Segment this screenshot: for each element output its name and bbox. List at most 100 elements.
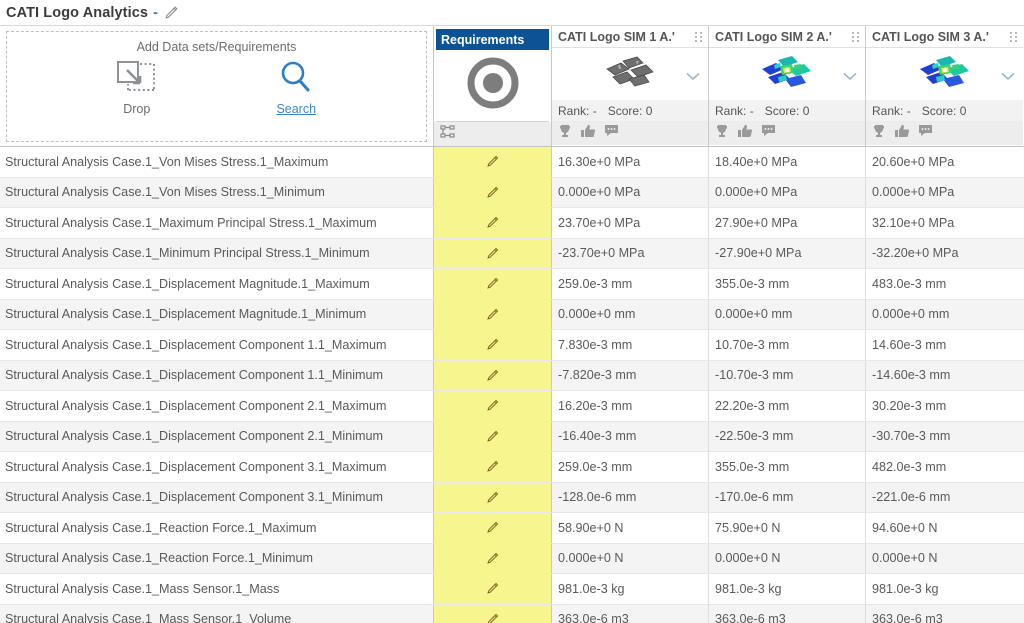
value-cell-sim-2: 0.000e+0 N — [709, 543, 866, 573]
pencil-icon[interactable] — [163, 5, 179, 21]
pencil-icon[interactable] — [485, 276, 500, 291]
requirement-cell[interactable] — [434, 604, 552, 623]
requirement-cell[interactable] — [434, 513, 552, 543]
value-cell-sim-3: 981.0e-3 kg — [872, 581, 939, 596]
pencil-icon[interactable] — [485, 154, 500, 169]
pencil-icon[interactable] — [485, 612, 500, 623]
drag-grip-icon[interactable] — [852, 31, 861, 43]
pencil-icon[interactable] — [485, 459, 500, 474]
row-parameter-name: Structural Analysis Case.1_Minimum Princ… — [0, 238, 434, 268]
chevron-down-icon[interactable] — [843, 68, 857, 81]
requirement-cell[interactable] — [434, 299, 552, 329]
sim-column-2-header[interactable]: CATI Logo SIM 2 A.' — [709, 26, 865, 48]
requirement-cell[interactable] — [434, 269, 552, 299]
table-row[interactable]: Structural Analysis Case.1_Mass Sensor.1… — [0, 574, 1024, 605]
pencil-icon[interactable] — [485, 520, 500, 535]
sim-column-3-rank-label: Rank: — [872, 103, 904, 118]
requirement-cell[interactable] — [434, 208, 552, 238]
thumbs-up-icon[interactable] — [581, 124, 596, 143]
search-action[interactable]: Search — [241, 60, 351, 116]
pencil-icon[interactable] — [485, 215, 500, 230]
table-row[interactable]: Structural Analysis Case.1_Displacement … — [0, 360, 1024, 391]
cad-model-gray-thumbnail[interactable] — [599, 53, 661, 95]
value-cell-sim-2: 363.0e-6 m3 — [709, 604, 866, 623]
trophy-icon[interactable] — [872, 124, 886, 143]
requirement-cell[interactable] — [434, 147, 552, 177]
value-cell-sim-1: 981.0e-3 kg — [552, 574, 709, 604]
pencil-icon[interactable] — [485, 307, 500, 322]
requirement-cell[interactable] — [434, 574, 552, 604]
requirement-cell[interactable] — [434, 391, 552, 421]
table-row[interactable]: Structural Analysis Case.1_Displacement … — [0, 330, 1024, 361]
table-row[interactable]: Structural Analysis Case.1_Reaction Forc… — [0, 513, 1024, 544]
search-icon[interactable] — [276, 60, 316, 99]
chevron-down-icon[interactable] — [686, 68, 700, 81]
pencil-icon[interactable] — [485, 429, 500, 444]
requirement-cell[interactable] — [434, 177, 552, 207]
table-row[interactable]: Structural Analysis Case.1_Displacement … — [0, 299, 1024, 330]
table-row[interactable]: Structural Analysis Case.1_Displacement … — [0, 269, 1024, 300]
value-cell-sim-2: -27.90e+0 MPa — [709, 238, 866, 268]
sim-column-2: CATI Logo SIM 2 A.' Rank: - Score: 0 — [709, 26, 866, 146]
table-row[interactable]: Structural Analysis Case.1_Displacement … — [0, 452, 1024, 483]
trophy-icon[interactable] — [715, 124, 729, 143]
relations-tree-icon[interactable] — [440, 124, 456, 144]
table-row[interactable]: Structural Analysis Case.1_Displacement … — [0, 391, 1024, 422]
fea-result-color-thumbnail[interactable] — [756, 53, 818, 95]
pencil-icon[interactable] — [485, 246, 500, 261]
requirement-cell[interactable] — [434, 543, 552, 573]
requirement-cell[interactable] — [434, 238, 552, 268]
comment-icon[interactable] — [918, 124, 933, 142]
sim-column-3-header[interactable]: CATI Logo SIM 3 A.' — [866, 26, 1023, 48]
pencil-icon[interactable] — [485, 398, 500, 413]
drag-grip-icon[interactable] — [695, 31, 704, 43]
requirement-cell[interactable] — [434, 330, 552, 360]
table-row[interactable]: Structural Analysis Case.1_Von Mises Str… — [0, 147, 1024, 178]
add-data-dropzone[interactable]: Add Data sets/Requirements Drop Search — [0, 26, 434, 146]
search-label[interactable]: Search — [276, 102, 316, 116]
requirement-cell[interactable] — [434, 421, 552, 451]
value-cell-sim-3: 14.60e-3 mm — [872, 337, 947, 352]
value-cell-sim-2: 27.90e+0 MPa — [709, 208, 866, 238]
drop-action[interactable]: Drop — [82, 60, 192, 116]
table-row[interactable]: Structural Analysis Case.1_Mass Sensor.1… — [0, 604, 1024, 623]
value-cell-sim-2: 981.0e-3 kg — [709, 574, 866, 604]
value-cell-sim-3: -30.70e-3 mm — [872, 429, 951, 444]
drag-grip-icon[interactable] — [1010, 31, 1019, 43]
pencil-icon[interactable] — [485, 368, 500, 383]
table-row[interactable]: Structural Analysis Case.1_Von Mises Str… — [0, 177, 1024, 208]
thumbs-up-icon[interactable] — [738, 124, 753, 143]
fea-result-color-thumbnail[interactable] — [914, 53, 976, 95]
row-parameter-name: Structural Analysis Case.1_Reaction Forc… — [0, 543, 434, 573]
pencil-icon[interactable] — [485, 581, 500, 596]
grid-body[interactable]: Structural Analysis Case.1_Von Mises Str… — [0, 146, 1024, 623]
pencil-icon[interactable] — [485, 551, 500, 566]
table-row[interactable]: Structural Analysis Case.1_Displacement … — [0, 482, 1024, 513]
value-cell-sim-1: 259.0e-3 mm — [552, 269, 709, 299]
pencil-icon[interactable] — [485, 337, 500, 352]
sim-column-1-header[interactable]: CATI Logo SIM 1 A.' — [552, 26, 708, 48]
table-row[interactable]: Structural Analysis Case.1_Maximum Princ… — [0, 208, 1024, 239]
table-row[interactable]: Structural Analysis Case.1_Minimum Princ… — [0, 238, 1024, 269]
row-parameter-name: Structural Analysis Case.1_Mass Sensor.1… — [0, 604, 434, 623]
table-row[interactable]: Structural Analysis Case.1_Reaction Forc… — [0, 543, 1024, 574]
comment-icon[interactable] — [761, 124, 776, 142]
table-row[interactable]: Structural Analysis Case.1_Displacement … — [0, 421, 1024, 452]
value-cell-sim-1: 363.0e-6 m3 — [552, 604, 709, 623]
comment-icon[interactable] — [604, 124, 619, 142]
trophy-icon[interactable] — [558, 124, 572, 143]
value-cell-sim-2: 22.20e-3 mm — [709, 391, 866, 421]
pencil-icon[interactable] — [485, 490, 500, 505]
requirement-cell[interactable] — [434, 360, 552, 390]
pencil-icon[interactable] — [485, 185, 500, 200]
chevron-down-icon[interactable] — [1001, 68, 1015, 81]
sim-column-1-title: CATI Logo SIM 1 A.' — [558, 29, 675, 44]
requirement-cell[interactable] — [434, 452, 552, 482]
sim-column-3-score-value: 0 — [959, 103, 967, 118]
thumbs-up-icon[interactable] — [895, 124, 910, 143]
value-cell-sim-2: -22.50e-3 mm — [709, 421, 866, 451]
requirement-cell[interactable] — [434, 482, 552, 512]
requirements-column-header: Requirements — [434, 26, 552, 146]
comparison-grid: Add Data sets/Requirements Drop Search R… — [0, 25, 1024, 623]
requirements-header-label[interactable]: Requirements — [436, 29, 549, 50]
